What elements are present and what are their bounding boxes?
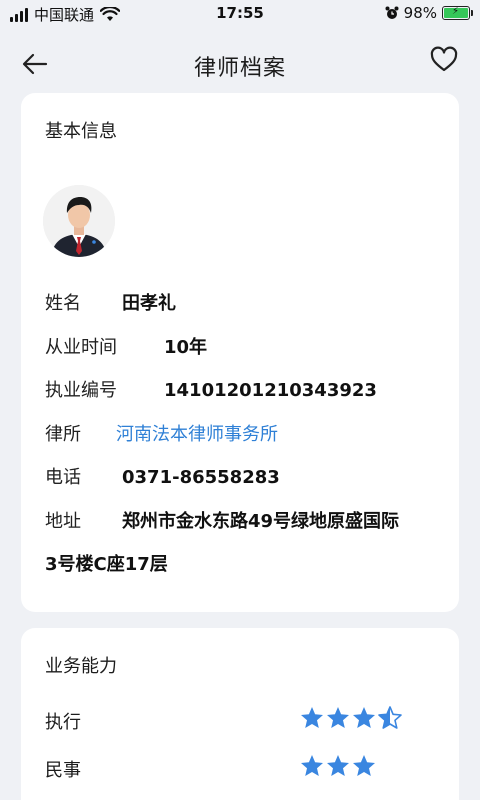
- license-row: 执业编号 14101201210343923: [45, 376, 377, 402]
- star-filled-icon: [301, 707, 323, 728]
- rating-stars: [299, 753, 377, 779]
- star-filled-icon: [327, 707, 349, 728]
- abilities-title: 业务能力: [45, 656, 117, 677]
- page-title: 律师档案: [193, 56, 286, 81]
- years-value: 10年: [164, 337, 208, 358]
- status-bar: 中国联通 17:55 98% ⚡: [0, 0, 480, 30]
- status-right: 98% ⚡: [385, 4, 473, 22]
- address-row: 地址 郑州市金水东路49号绿地原盛国际: [45, 507, 399, 533]
- abilities-card: 业务能力 执行 民事: [21, 628, 459, 800]
- address-line-1: 郑州市金水东路49号绿地原盛国际: [122, 511, 400, 532]
- license-value: 14101201210343923: [164, 380, 377, 401]
- star-filled-icon: [327, 755, 349, 776]
- address-row-2: 3号楼C座17层: [45, 550, 168, 576]
- ability-label: 民事: [45, 760, 81, 781]
- battery-icon: ⚡: [442, 6, 473, 20]
- name-row: 姓名 田孝礼: [45, 289, 176, 315]
- phone-row: 电话 0371-86558283: [45, 463, 280, 489]
- nav-bar: 律师档案: [0, 40, 480, 88]
- basic-info-title: 基本信息: [45, 121, 117, 142]
- star-filled-icon: [353, 707, 375, 728]
- ability-label: 执行: [45, 712, 81, 733]
- basic-info-card: 基本信息 姓名 田孝礼 从业时间 10年 执业编号 14101201210343923: [21, 93, 459, 612]
- battery-percent: 98%: [403, 4, 437, 22]
- license-label: 执业编号: [45, 380, 117, 401]
- lawyer-avatar: [43, 185, 115, 257]
- star-half-icon: [378, 706, 402, 729]
- phone-value[interactable]: 0371-86558283: [122, 467, 280, 488]
- rating-stars: [299, 705, 403, 731]
- firm-link[interactable]: 河南法本律师事务所: [116, 420, 278, 446]
- phone-label: 电话: [45, 467, 81, 488]
- firm-row: 律所 河南法本律师事务所: [45, 420, 278, 446]
- years-label: 从业时间: [45, 337, 117, 358]
- firm-label: 律所: [45, 424, 81, 445]
- years-row: 从业时间 10年: [45, 333, 207, 359]
- heart-icon[interactable]: [430, 46, 458, 74]
- name-value: 田孝礼: [122, 293, 176, 314]
- address-line-2: 3号楼C座17层: [45, 554, 168, 575]
- star-filled-icon: [301, 755, 323, 776]
- name-label: 姓名: [45, 293, 81, 314]
- address-label: 地址: [45, 511, 81, 532]
- star-filled-icon: [353, 755, 375, 776]
- alarm-icon: [385, 6, 399, 19]
